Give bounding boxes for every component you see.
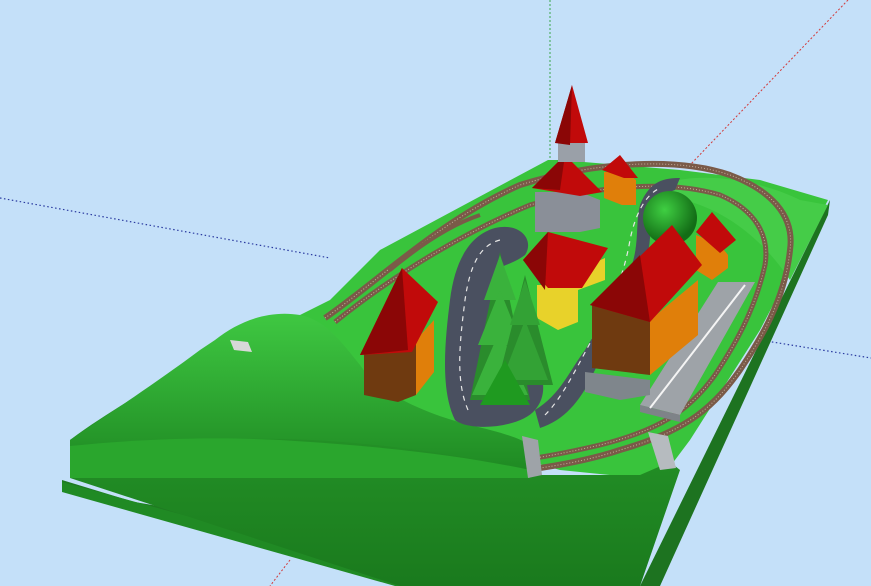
blue-axis xyxy=(0,197,331,259)
red-axis-lower xyxy=(269,559,291,586)
3d-viewport[interactable] xyxy=(0,0,871,586)
red-axis xyxy=(689,0,849,166)
blue-axis-right xyxy=(759,339,871,359)
church-nave xyxy=(535,192,600,232)
scene-canvas[interactable] xyxy=(0,0,871,586)
church-with-spire[interactable] xyxy=(532,85,602,232)
